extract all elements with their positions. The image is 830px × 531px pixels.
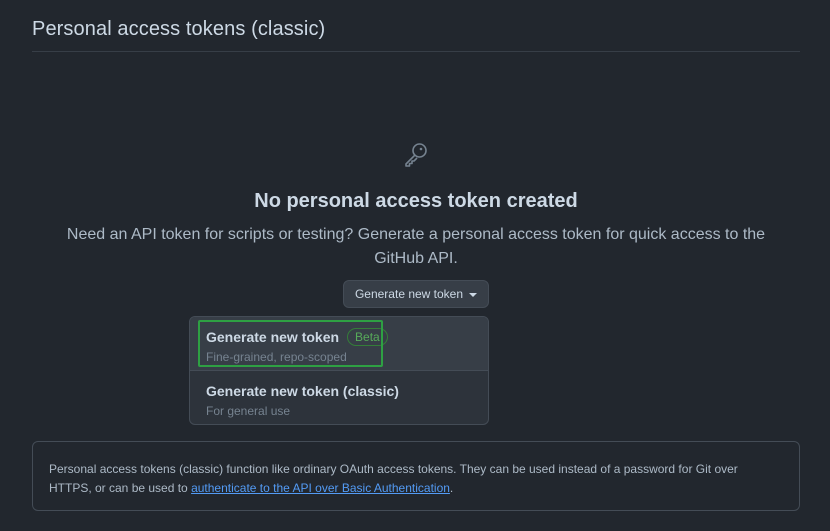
basic-auth-link[interactable]: authenticate to the API over Basic Authe… — [191, 481, 450, 495]
generate-token-menu: Generate new token Beta Fine-grained, re… — [189, 316, 489, 425]
menu-item-generate-new-token[interactable]: Generate new token Beta Fine-grained, re… — [190, 317, 488, 371]
note-text-end: . — [449, 481, 454, 495]
blankslate-title: No personal access token created — [254, 190, 578, 212]
menu-item-title: Generate new token (classic) — [206, 383, 399, 399]
menu-item-title: Generate new token — [206, 329, 340, 345]
menu-item-description: For general use — [206, 404, 291, 418]
menu-item-description: Fine-grained, repo-scoped — [206, 350, 347, 364]
page-header: Personal access tokens (classic) — [32, 0, 800, 52]
key-icon — [405, 143, 427, 167]
menu-item-generate-new-token-classic[interactable]: Generate new token (classic) For general… — [190, 371, 488, 424]
blankslate: No personal access token created Need an… — [32, 140, 800, 271]
generate-new-token-dropdown-button[interactable]: Generate new token — [343, 280, 489, 308]
beta-badge: Beta — [347, 328, 388, 346]
generate-button-label: Generate new token — [354, 287, 464, 301]
page-title: Personal access tokens (classic) — [32, 18, 326, 40]
caret-down-icon — [469, 292, 478, 297]
tokens-page: Personal access tokens (classic) No pers… — [0, 0, 830, 531]
blankslate-description: Need an API token for scripts or testing… — [66, 226, 766, 267]
info-note: Personal access tokens (classic) functio… — [32, 441, 800, 511]
